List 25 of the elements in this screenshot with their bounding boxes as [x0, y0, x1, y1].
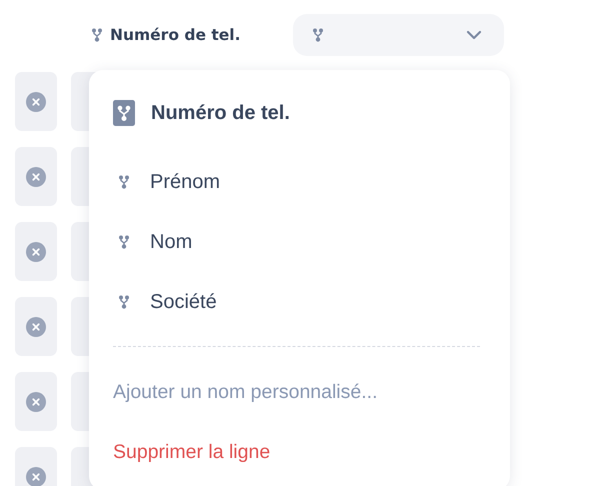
close-icon [26, 92, 46, 112]
close-icon [26, 242, 46, 262]
remove-button[interactable] [15, 147, 57, 206]
close-icon [26, 466, 46, 486]
dropdown-field[interactable] [293, 14, 504, 56]
merge-icon [113, 100, 135, 126]
remove-button[interactable] [15, 297, 57, 356]
merge-icon [91, 28, 103, 42]
close-icon [26, 392, 46, 412]
merge-icon [118, 235, 130, 249]
merge-icon [312, 28, 324, 42]
menu-option[interactable]: Prénom [113, 152, 480, 212]
merge-icon [118, 295, 130, 309]
delete-row-link[interactable]: Supprimer la ligne [113, 416, 270, 486]
remove-button[interactable] [15, 372, 57, 431]
menu-option[interactable]: Numéro de tel. [113, 92, 480, 134]
close-icon [26, 316, 46, 336]
menu-option[interactable]: Société [113, 272, 480, 332]
chevron-icon [466, 30, 482, 40]
menu-option[interactable]: Nom [113, 212, 480, 272]
remove-button[interactable] [15, 72, 57, 131]
field-label: Numéro de tel. [110, 26, 242, 44]
merge-icon [118, 175, 130, 189]
remove-button[interactable] [15, 222, 57, 281]
close-icon [26, 166, 46, 186]
